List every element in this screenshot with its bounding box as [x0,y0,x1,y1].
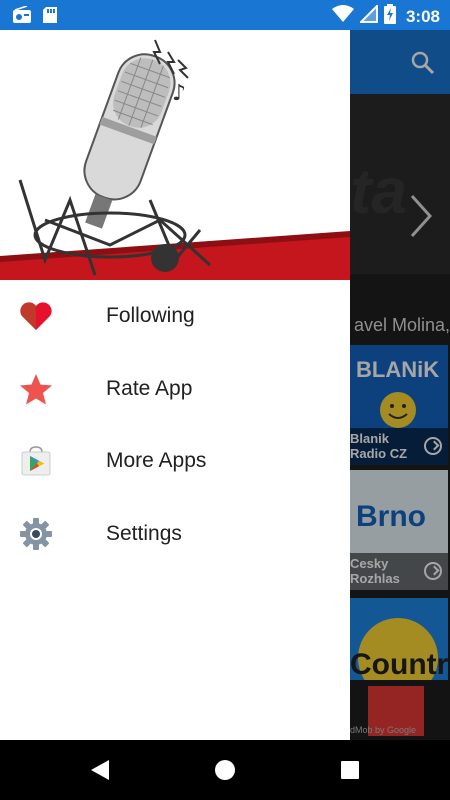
menu-item-following[interactable]: Following [0,280,350,353]
sd-card-icon [42,6,58,29]
menu-item-settings[interactable]: Settings [0,498,350,571]
drawer-menu: Following Rate App More Apps Settings [0,280,350,570]
menu-item-label: Settings [106,521,182,545]
recents-button[interactable] [340,758,360,787]
status-bar: 3:08 [0,0,450,30]
drawer-scrim[interactable] [350,30,450,740]
drawer-header-image: ♪ [0,30,350,280]
battery-charging-icon [383,4,396,29]
star-icon [18,371,54,407]
no-sim-icon [358,3,378,28]
heart-icon [18,298,54,334]
navigation-drawer: ♪ Following Rate App More Apps Settings [0,30,350,740]
gear-icon [18,516,54,552]
back-button[interactable] [89,758,111,787]
menu-item-more-apps[interactable]: More Apps [0,425,350,498]
play-store-icon [18,443,54,479]
menu-item-label: Following [106,304,195,328]
home-button[interactable] [214,758,236,787]
menu-item-rate-app[interactable]: Rate App [0,353,350,426]
system-nav-bar [0,740,450,800]
status-time: 3:08 [405,6,440,26]
svg-text:♪: ♪ [172,81,186,106]
radio-icon [12,5,32,29]
wifi-icon [331,5,354,28]
menu-item-label: Rate App [106,376,193,400]
menu-item-label: More Apps [106,449,207,473]
